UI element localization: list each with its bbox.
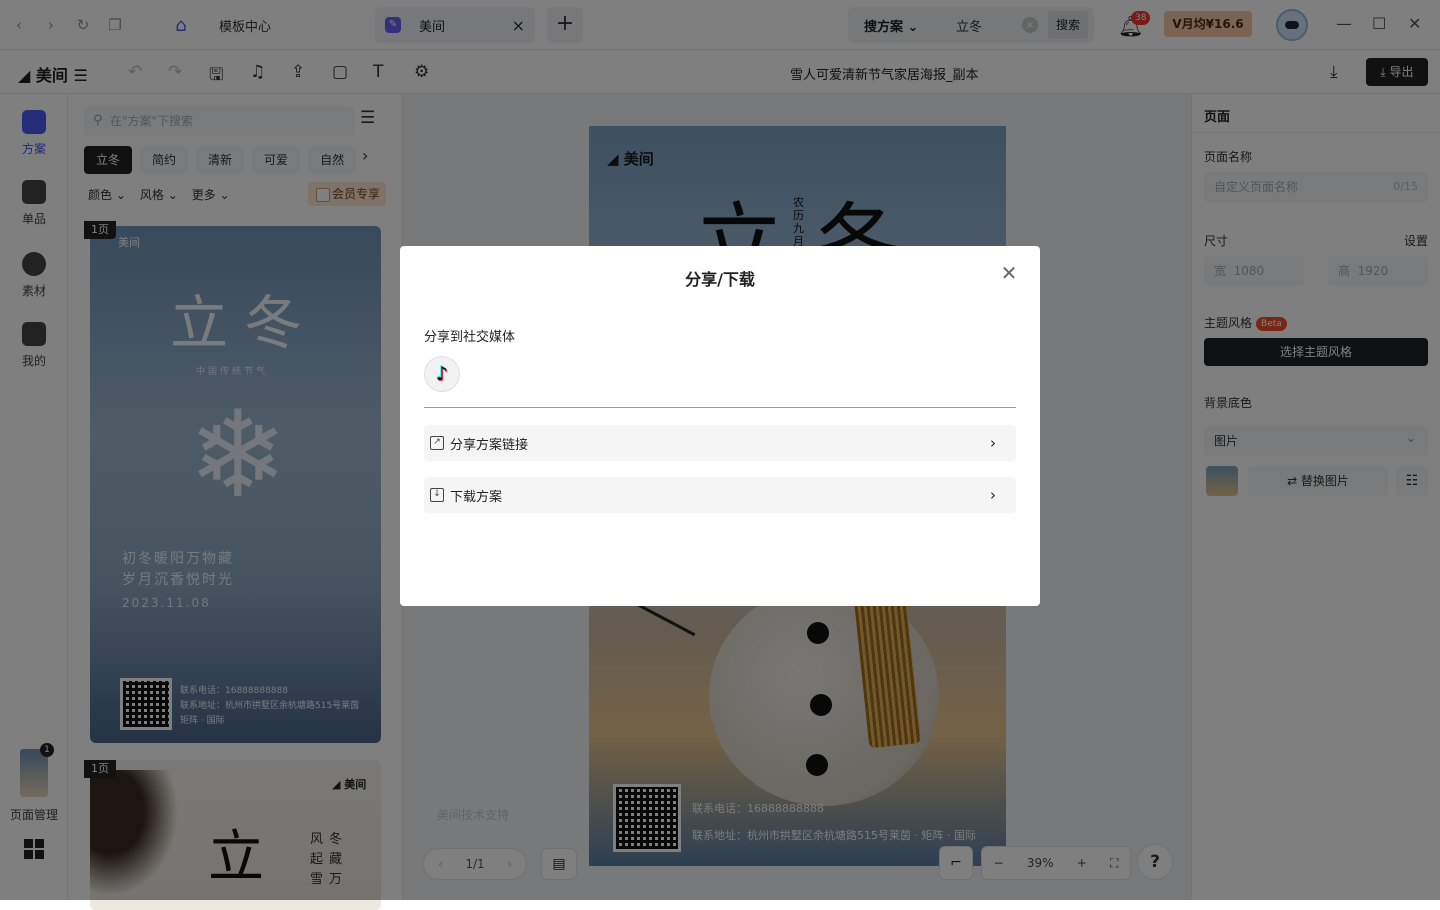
divider <box>424 407 1016 408</box>
row-label: 下载方案 <box>450 489 503 505</box>
share-link-row[interactable]: ↗ 分享方案链接 › <box>424 425 1016 461</box>
chevron-right-icon: › <box>990 434 996 452</box>
share-download-dialog: 分享/下载 ✕ 分享到社交媒体 ♪ ↗ 分享方案链接 › ↓ 下载方案 › <box>400 246 1040 606</box>
chevron-right-icon: › <box>990 486 996 504</box>
tiktok-icon[interactable]: ♪ <box>424 356 460 392</box>
dialog-title: 分享/下载 <box>685 270 755 289</box>
social-media-label: 分享到社交媒体 <box>424 330 516 345</box>
share-link-icon: ↗ <box>430 436 444 450</box>
download-icon: ↓ <box>430 488 444 502</box>
close-icon[interactable]: ✕ <box>998 262 1020 284</box>
download-plan-row[interactable]: ↓ 下载方案 › <box>424 477 1016 513</box>
row-label: 分享方案链接 <box>450 437 529 453</box>
